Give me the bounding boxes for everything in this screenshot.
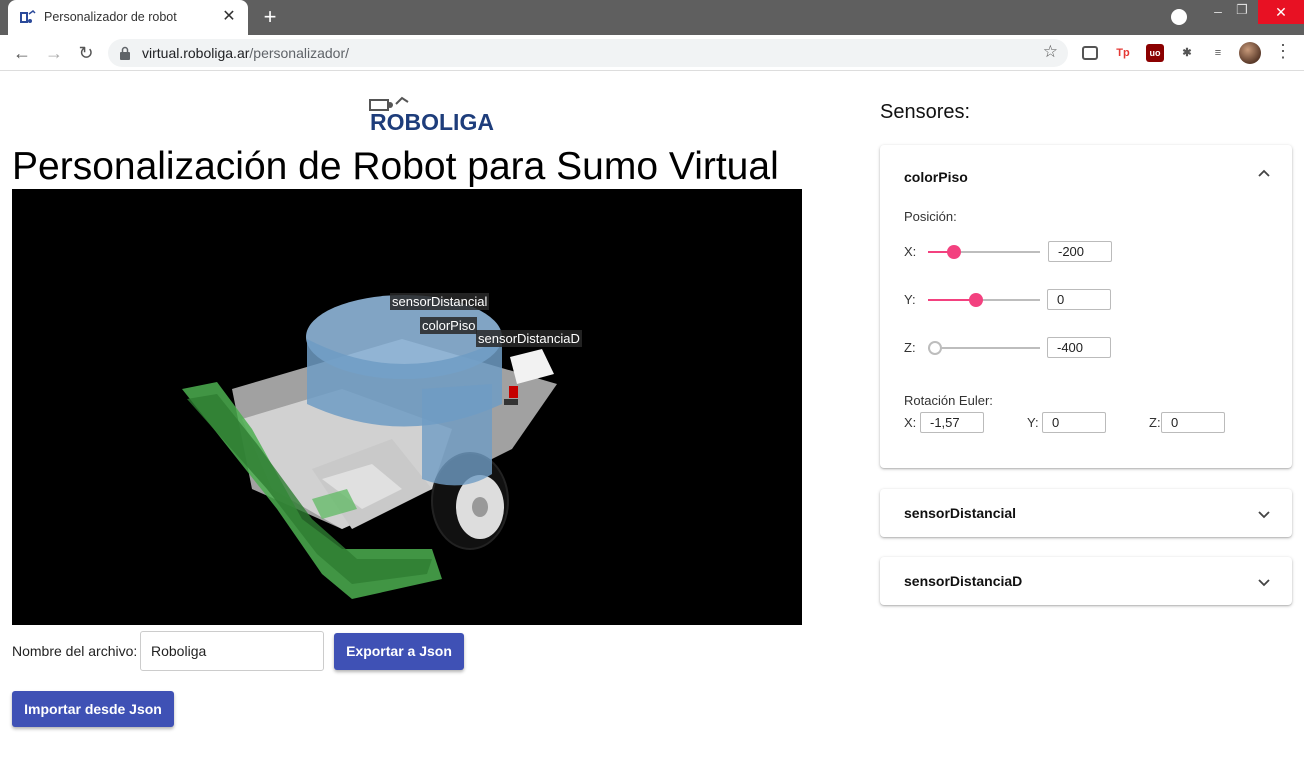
sensor-panel-sensor-distancia-d[interactable]: sensorDistanciaD	[880, 557, 1292, 605]
page-title: Personalización de Robot para Sumo Virtu…	[12, 145, 779, 188]
slider-z[interactable]	[928, 341, 1040, 355]
axis-z-label: Z:	[904, 340, 916, 355]
url-text: virtual.roboliga.ar/personalizador/	[142, 45, 349, 61]
position-label: Posición:	[904, 209, 957, 224]
label-sensor-distancia-d: sensorDistanciaD	[476, 330, 582, 347]
browser-toolbar: ← → ↻ virtual.roboliga.ar/personalizador…	[0, 35, 1304, 71]
wheel-hub	[472, 497, 488, 517]
profile-avatar[interactable]	[1239, 42, 1261, 64]
screenshot-extension-icon[interactable]	[1082, 46, 1098, 60]
robot-model	[182, 295, 557, 599]
new-tab-icon[interactable]: +	[258, 6, 282, 30]
tp-extension-icon[interactable]: Tp	[1114, 44, 1132, 62]
slider-y[interactable]	[928, 293, 1040, 307]
sensor-panel-sensor-distancial[interactable]: sensorDistancial	[880, 489, 1292, 537]
panel-header-sensor-distancia-d[interactable]: sensorDistanciaD	[904, 573, 1022, 589]
tab-strip: Personalizador de robot ✕ + – ❐ ✕	[0, 0, 1304, 35]
sensor-base	[504, 399, 518, 405]
file-name-input[interactable]	[140, 631, 324, 671]
roboliga-favicon-icon	[20, 10, 36, 23]
browser-menu-icon[interactable]: ⋮	[1274, 41, 1292, 62]
lock-icon	[120, 46, 130, 60]
address-bar[interactable]: virtual.roboliga.ar/personalizador/ ☆	[108, 39, 1068, 67]
media-queue-icon[interactable]: ≡	[1209, 44, 1227, 62]
tab-title: Personalizador de robot	[44, 10, 177, 24]
position-x-input[interactable]	[1048, 241, 1112, 262]
axis-y-label: Y:	[904, 292, 916, 307]
robot-3d-viewport[interactable]: sensorDistancial colorPiso sensorDistanc…	[12, 189, 802, 625]
rotation-x-input[interactable]	[920, 412, 984, 433]
browser-tab[interactable]: Personalizador de robot ✕	[8, 0, 248, 35]
chevron-down-icon[interactable]	[1256, 507, 1272, 523]
logo-text: ROBOLIGA	[370, 109, 494, 132]
url-path: /personalizador/	[249, 45, 350, 61]
ublock-icon[interactable]: uo	[1146, 44, 1164, 62]
rotation-x-label: X:	[904, 415, 917, 430]
red-sensor-light	[509, 386, 518, 398]
tab-search-icon[interactable]	[1171, 9, 1187, 25]
import-json-button[interactable]: Importar desde Json	[12, 691, 174, 727]
rotation-z-label: Z:	[1149, 415, 1161, 430]
panel-header-color-piso[interactable]: colorPiso	[904, 169, 968, 185]
rotation-y-label: Y:	[1027, 415, 1039, 430]
file-name-label: Nombre del archivo:	[12, 643, 138, 659]
position-y-input[interactable]	[1047, 289, 1111, 310]
sensors-title: Sensores:	[880, 101, 971, 123]
restore-icon[interactable]: ❐	[1234, 2, 1250, 18]
rotation-z-input[interactable]	[1161, 412, 1225, 433]
chevron-up-icon[interactable]	[1256, 165, 1272, 181]
rotation-euler-label: Rotación Euler:	[904, 393, 993, 408]
puzzle-extensions-icon[interactable]: ✱	[1178, 44, 1196, 62]
label-color-piso: colorPiso	[420, 317, 478, 334]
bookmark-star-icon[interactable]: ☆	[1043, 42, 1058, 62]
sensor-panel-color-piso: colorPiso Posición: X: Y: Z: Rotación Eu…	[880, 145, 1292, 468]
slider-x[interactable]	[928, 245, 1040, 259]
back-icon[interactable]: ←	[10, 41, 34, 65]
axis-x-label: X:	[904, 244, 917, 259]
tab-close-icon[interactable]: ✕	[220, 8, 238, 26]
panel-header-sensor-distancial[interactable]: sensorDistancial	[904, 505, 1016, 521]
forward-icon[interactable]: →	[42, 41, 66, 65]
label-sensor-distancial: sensorDistancial	[390, 293, 490, 310]
distance-sensor-box	[510, 349, 554, 384]
minimize-icon[interactable]: –	[1210, 3, 1226, 19]
roboliga-logo: ROBOLIGA	[369, 96, 494, 132]
window-close-icon[interactable]: ✕	[1258, 0, 1304, 24]
url-host: virtual.roboliga.ar	[142, 45, 250, 61]
position-z-input[interactable]	[1047, 337, 1111, 358]
reload-icon[interactable]: ↻	[74, 41, 98, 65]
sensor-column	[422, 384, 492, 486]
rotation-y-input[interactable]	[1042, 412, 1106, 433]
chevron-down-icon[interactable]	[1256, 575, 1272, 591]
export-json-button[interactable]: Exportar a Json	[334, 633, 464, 670]
